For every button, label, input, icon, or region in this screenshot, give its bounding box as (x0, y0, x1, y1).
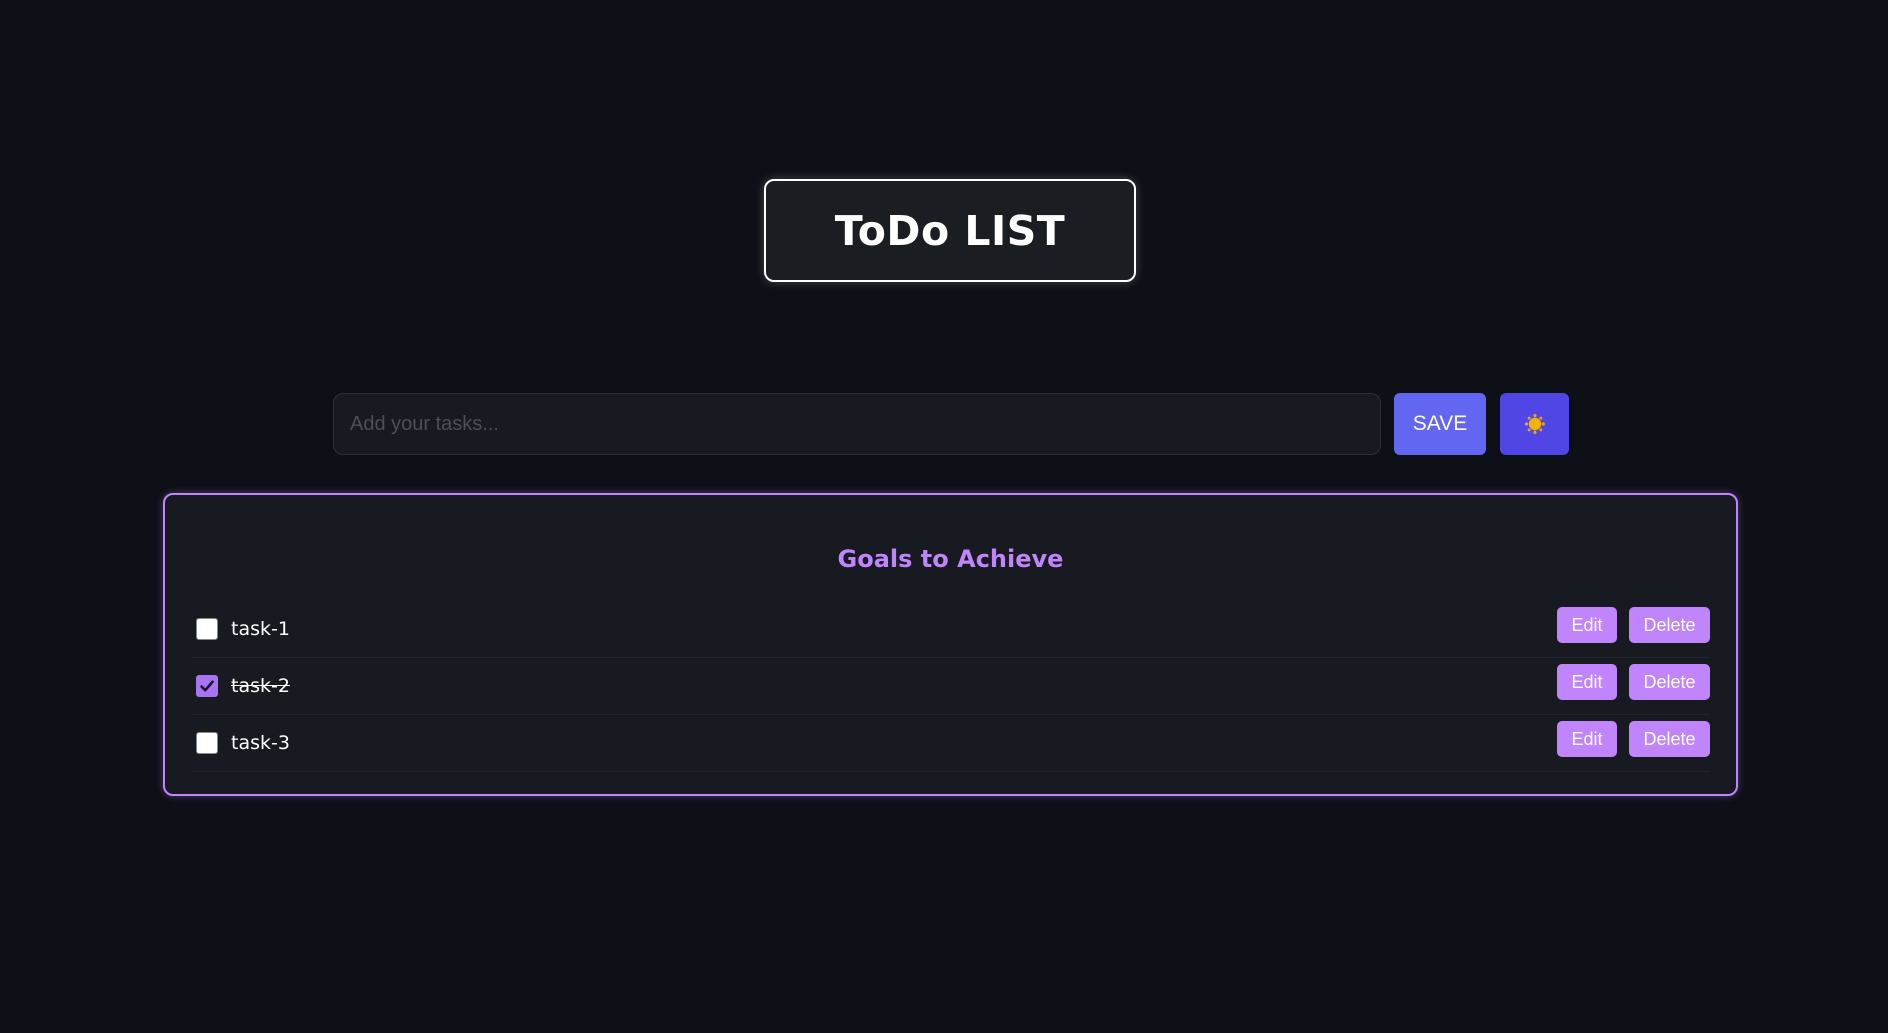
task-input[interactable] (333, 393, 1381, 455)
save-button[interactable]: SAVE (1394, 393, 1486, 455)
edit-button[interactable]: Edit (1557, 607, 1617, 643)
task-actions: Edit Delete (1557, 607, 1710, 643)
edit-button[interactable]: Edit (1557, 664, 1617, 700)
delete-button[interactable]: Delete (1629, 664, 1710, 700)
task-label: task-1 (231, 618, 290, 640)
task-input-row: SAVE (333, 393, 1569, 455)
edit-button[interactable]: Edit (1557, 721, 1617, 757)
task-row: task-2 Edit Delete (191, 658, 1710, 715)
task-list: task-1 Edit Delete task-2 Edit Delete ta… (191, 601, 1710, 772)
goals-heading: Goals to Achieve (837, 545, 1064, 573)
checkmark-icon (200, 680, 214, 692)
theme-toggle-button[interactable] (1500, 393, 1569, 455)
page-title: ToDo LIST (834, 206, 1066, 255)
task-checkbox[interactable] (196, 618, 218, 640)
task-label: task-2 (231, 675, 290, 697)
task-actions: Edit Delete (1557, 721, 1710, 757)
task-checkbox[interactable] (196, 675, 218, 697)
delete-button[interactable]: Delete (1629, 607, 1710, 643)
sun-icon (1524, 414, 1545, 434)
task-checkbox[interactable] (196, 732, 218, 754)
task-label: task-3 (231, 732, 290, 754)
task-actions: Edit Delete (1557, 664, 1710, 700)
goals-panel: Goals to Achieve task-1 Edit Delete task… (163, 493, 1738, 796)
task-row: task-3 Edit Delete (191, 715, 1710, 772)
title-box: ToDo LIST (764, 179, 1136, 282)
delete-button[interactable]: Delete (1629, 721, 1710, 757)
task-row: task-1 Edit Delete (191, 601, 1710, 658)
